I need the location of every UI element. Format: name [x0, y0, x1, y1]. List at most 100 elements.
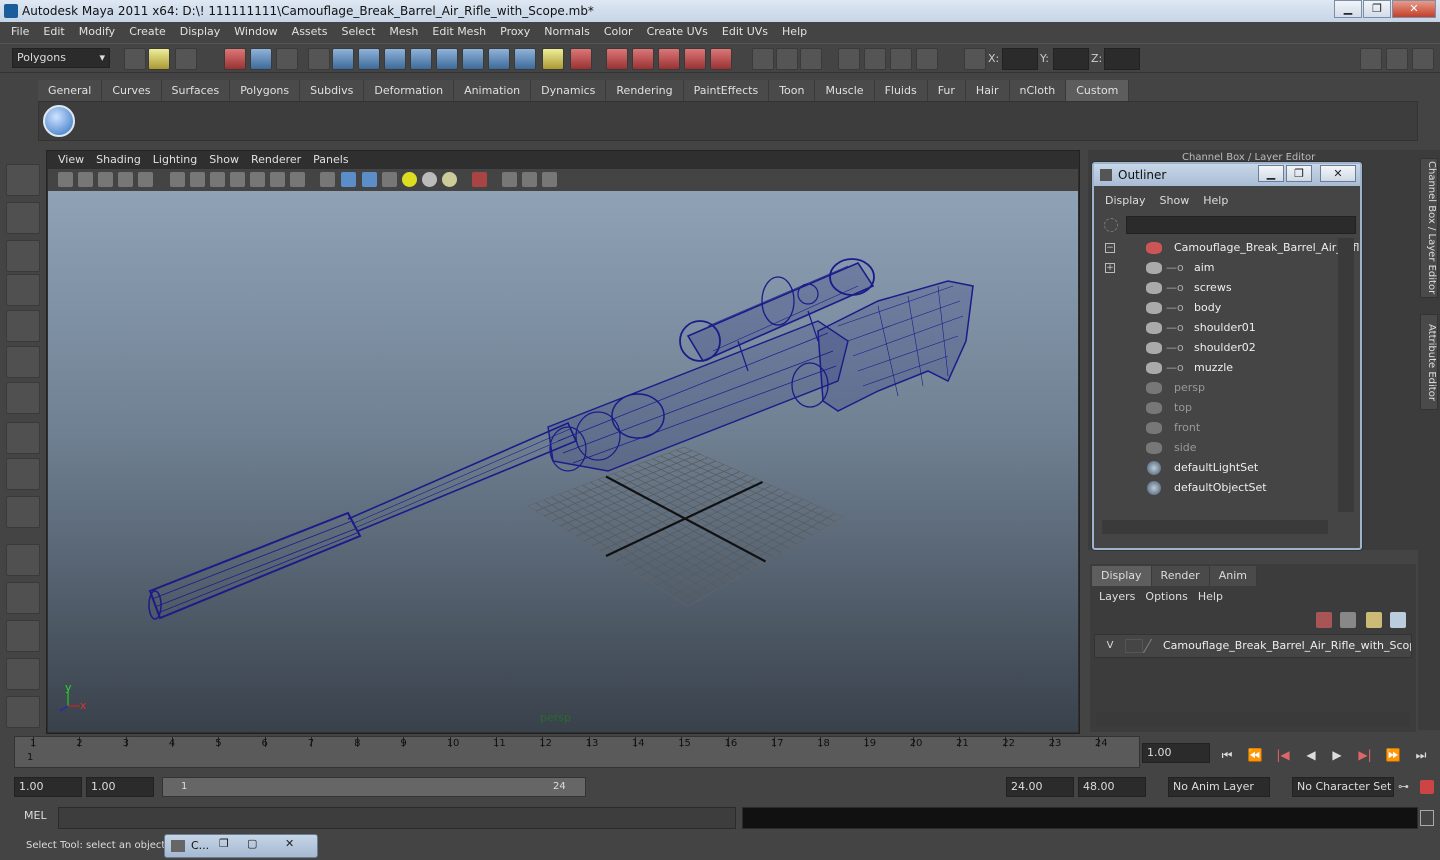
script-editor-button-icon[interactable]	[1420, 810, 1434, 826]
layer-tab-render[interactable]: Render	[1151, 566, 1210, 586]
last-tool-icon[interactable]	[6, 496, 40, 528]
collapse-icon[interactable]: −	[1105, 243, 1115, 253]
viewport-menu-renderer[interactable]: Renderer	[245, 151, 307, 169]
menu-edit[interactable]: Edit	[36, 22, 71, 42]
minimize-button[interactable]: ▁	[1334, 0, 1362, 18]
sidebar-toggle-icon[interactable]	[752, 48, 774, 70]
minimized-window[interactable]: C... ❐ ▢ ✕	[164, 834, 318, 858]
wireframe-icon[interactable]	[320, 172, 335, 187]
soft-mod-icon[interactable]	[6, 422, 40, 454]
hypergraph-icon[interactable]	[890, 48, 912, 70]
shelf-tab-painteffects[interactable]: PaintEffects	[683, 80, 770, 101]
layer-color-swatch[interactable]	[1142, 639, 1164, 653]
hypershade-icon[interactable]	[658, 48, 680, 70]
outliner-layout-icon[interactable]	[6, 620, 40, 652]
outliner-minimize-button[interactable]: ▁	[1258, 165, 1284, 182]
restore-icon[interactable]: ❐	[219, 837, 229, 850]
construction-history-icon[interactable]	[542, 48, 564, 70]
character-set-dropdown[interactable]: No Character Set	[1292, 777, 1394, 797]
shelf-tab-fur[interactable]: Fur	[927, 80, 966, 101]
close-button[interactable]: ✕	[1392, 0, 1436, 18]
bookmark-icon[interactable]	[98, 172, 113, 187]
outliner-close-button[interactable]: ✕	[1320, 165, 1356, 182]
hardware-texturing-icon[interactable]	[542, 172, 557, 187]
outliner-search-input[interactable]	[1126, 216, 1356, 234]
step-back-key-icon[interactable]: |◀	[1274, 746, 1292, 764]
playback-end-field[interactable]: 24.00	[1006, 777, 1074, 797]
menu-select[interactable]: Select	[334, 22, 382, 42]
menu-create[interactable]: Create	[122, 22, 173, 42]
play-backward-icon[interactable]: ◀	[1302, 746, 1320, 764]
open-scene-icon[interactable]	[148, 48, 170, 70]
current-frame-field[interactable]: 1.00	[1142, 743, 1210, 763]
tab-channel-box[interactable]: Channel Box / Layer Editor	[1420, 158, 1438, 298]
menu-color[interactable]: Color	[597, 22, 640, 42]
layer-menu-help[interactable]: Help	[1193, 588, 1228, 606]
step-forward-frame-icon[interactable]: ⏩	[1384, 746, 1402, 764]
attribute-editor-toggle-icon[interactable]	[800, 48, 822, 70]
x-field[interactable]	[1002, 48, 1038, 70]
layer-horizontal-scrollbar[interactable]	[1096, 712, 1410, 726]
shelf-tab-subdivs[interactable]: Subdivs	[300, 80, 365, 101]
safe-title-icon[interactable]	[290, 172, 305, 187]
grid-toggle-icon[interactable]	[170, 172, 185, 187]
select-tool-icon[interactable]	[6, 164, 40, 196]
layer-tab-display[interactable]: Display	[1092, 566, 1152, 586]
outliner-horizontal-scrollbar[interactable]	[1102, 520, 1328, 534]
textured-icon[interactable]	[382, 172, 397, 187]
key-icon[interactable]: ⊶	[1398, 780, 1409, 793]
isolate-select-icon[interactable]	[472, 172, 487, 187]
render-current-icon[interactable]	[570, 48, 592, 70]
step-back-frame-icon[interactable]: ⏪	[1246, 746, 1264, 764]
layer-row[interactable]: V Camouflage_Break_Barrel_Air_Rifle_with…	[1094, 634, 1412, 658]
safe-action-icon[interactable]	[270, 172, 285, 187]
shelf-tab-animation[interactable]: Animation	[454, 80, 532, 101]
scale-tool-icon[interactable]	[6, 346, 40, 378]
resolution-gate-icon[interactable]	[210, 172, 225, 187]
maximize-icon[interactable]: ▢	[247, 837, 257, 850]
viewport-menu-panels[interactable]: Panels	[307, 151, 354, 169]
move-layer-up-icon[interactable]	[1316, 612, 1332, 628]
output-ops-icon[interactable]	[488, 48, 510, 70]
four-view-layout-icon[interactable]	[6, 582, 40, 614]
snap-curve-icon[interactable]	[358, 48, 380, 70]
menu-mesh[interactable]: Mesh	[382, 22, 425, 42]
viewport-menu-show[interactable]: Show	[203, 151, 245, 169]
shelf-tab-rendering[interactable]: Rendering	[606, 80, 684, 101]
rotate-tool-icon[interactable]	[6, 310, 40, 342]
single-perspective-layout-icon[interactable]	[6, 544, 40, 576]
menu-set-dropdown[interactable]: Polygons ▾	[12, 48, 110, 68]
new-layer-selected-icon[interactable]	[1390, 612, 1406, 628]
tab-attribute-editor[interactable]: Attribute Editor	[1420, 314, 1438, 410]
shelf-tab-deformation[interactable]: Deformation	[364, 80, 455, 101]
close-icon[interactable]: ✕	[285, 837, 294, 850]
shelf-tab-hair[interactable]: Hair	[965, 80, 1010, 101]
menu-create-uvs[interactable]: Create UVs	[640, 22, 715, 42]
tool-settings-toggle-icon[interactable]	[1386, 48, 1408, 70]
playback-start-field[interactable]: 1.00	[86, 777, 154, 797]
animation-prefs-icon[interactable]	[1420, 780, 1434, 794]
outliner-menu-help[interactable]: Help	[1196, 192, 1235, 210]
show-manipulator-icon[interactable]	[6, 458, 40, 490]
default-light-icon[interactable]	[402, 172, 417, 187]
wireframe-on-shaded-icon[interactable]	[362, 172, 377, 187]
menu-edit-uvs[interactable]: Edit UVs	[715, 22, 775, 42]
anim-layer-dropdown[interactable]: No Anim Layer	[1168, 777, 1270, 797]
menu-window[interactable]: Window	[227, 22, 284, 42]
viewport-menu-shading[interactable]: Shading	[90, 151, 147, 169]
outliner-vertical-scrollbar[interactable]	[1338, 238, 1354, 512]
select-object-icon[interactable]	[250, 48, 272, 70]
lasso-tool-icon[interactable]	[6, 202, 40, 234]
channel-box-toggle-icon[interactable]	[776, 48, 798, 70]
attribute-toggle-icon[interactable]	[1412, 48, 1434, 70]
shadows-icon[interactable]	[442, 172, 457, 187]
start-time-field[interactable]: 1.00	[14, 777, 82, 797]
xray-joints-icon[interactable]	[522, 172, 537, 187]
shelf-tab-polygons[interactable]: Polygons	[230, 80, 301, 101]
outliner-menu-show[interactable]: Show	[1153, 192, 1197, 210]
go-to-end-icon[interactable]: ⏭	[1412, 746, 1430, 764]
filter-icon[interactable]	[1104, 218, 1118, 232]
custom-layout-icon[interactable]	[6, 696, 40, 728]
shelf-tab-muscle[interactable]: Muscle	[815, 80, 875, 101]
time-slider[interactable]: 1 2 3 4 5 6 7 8 9 10 11 12 13 14 15 16 17 18 19 20 21 22 23 24 …	[14, 736, 1140, 768]
